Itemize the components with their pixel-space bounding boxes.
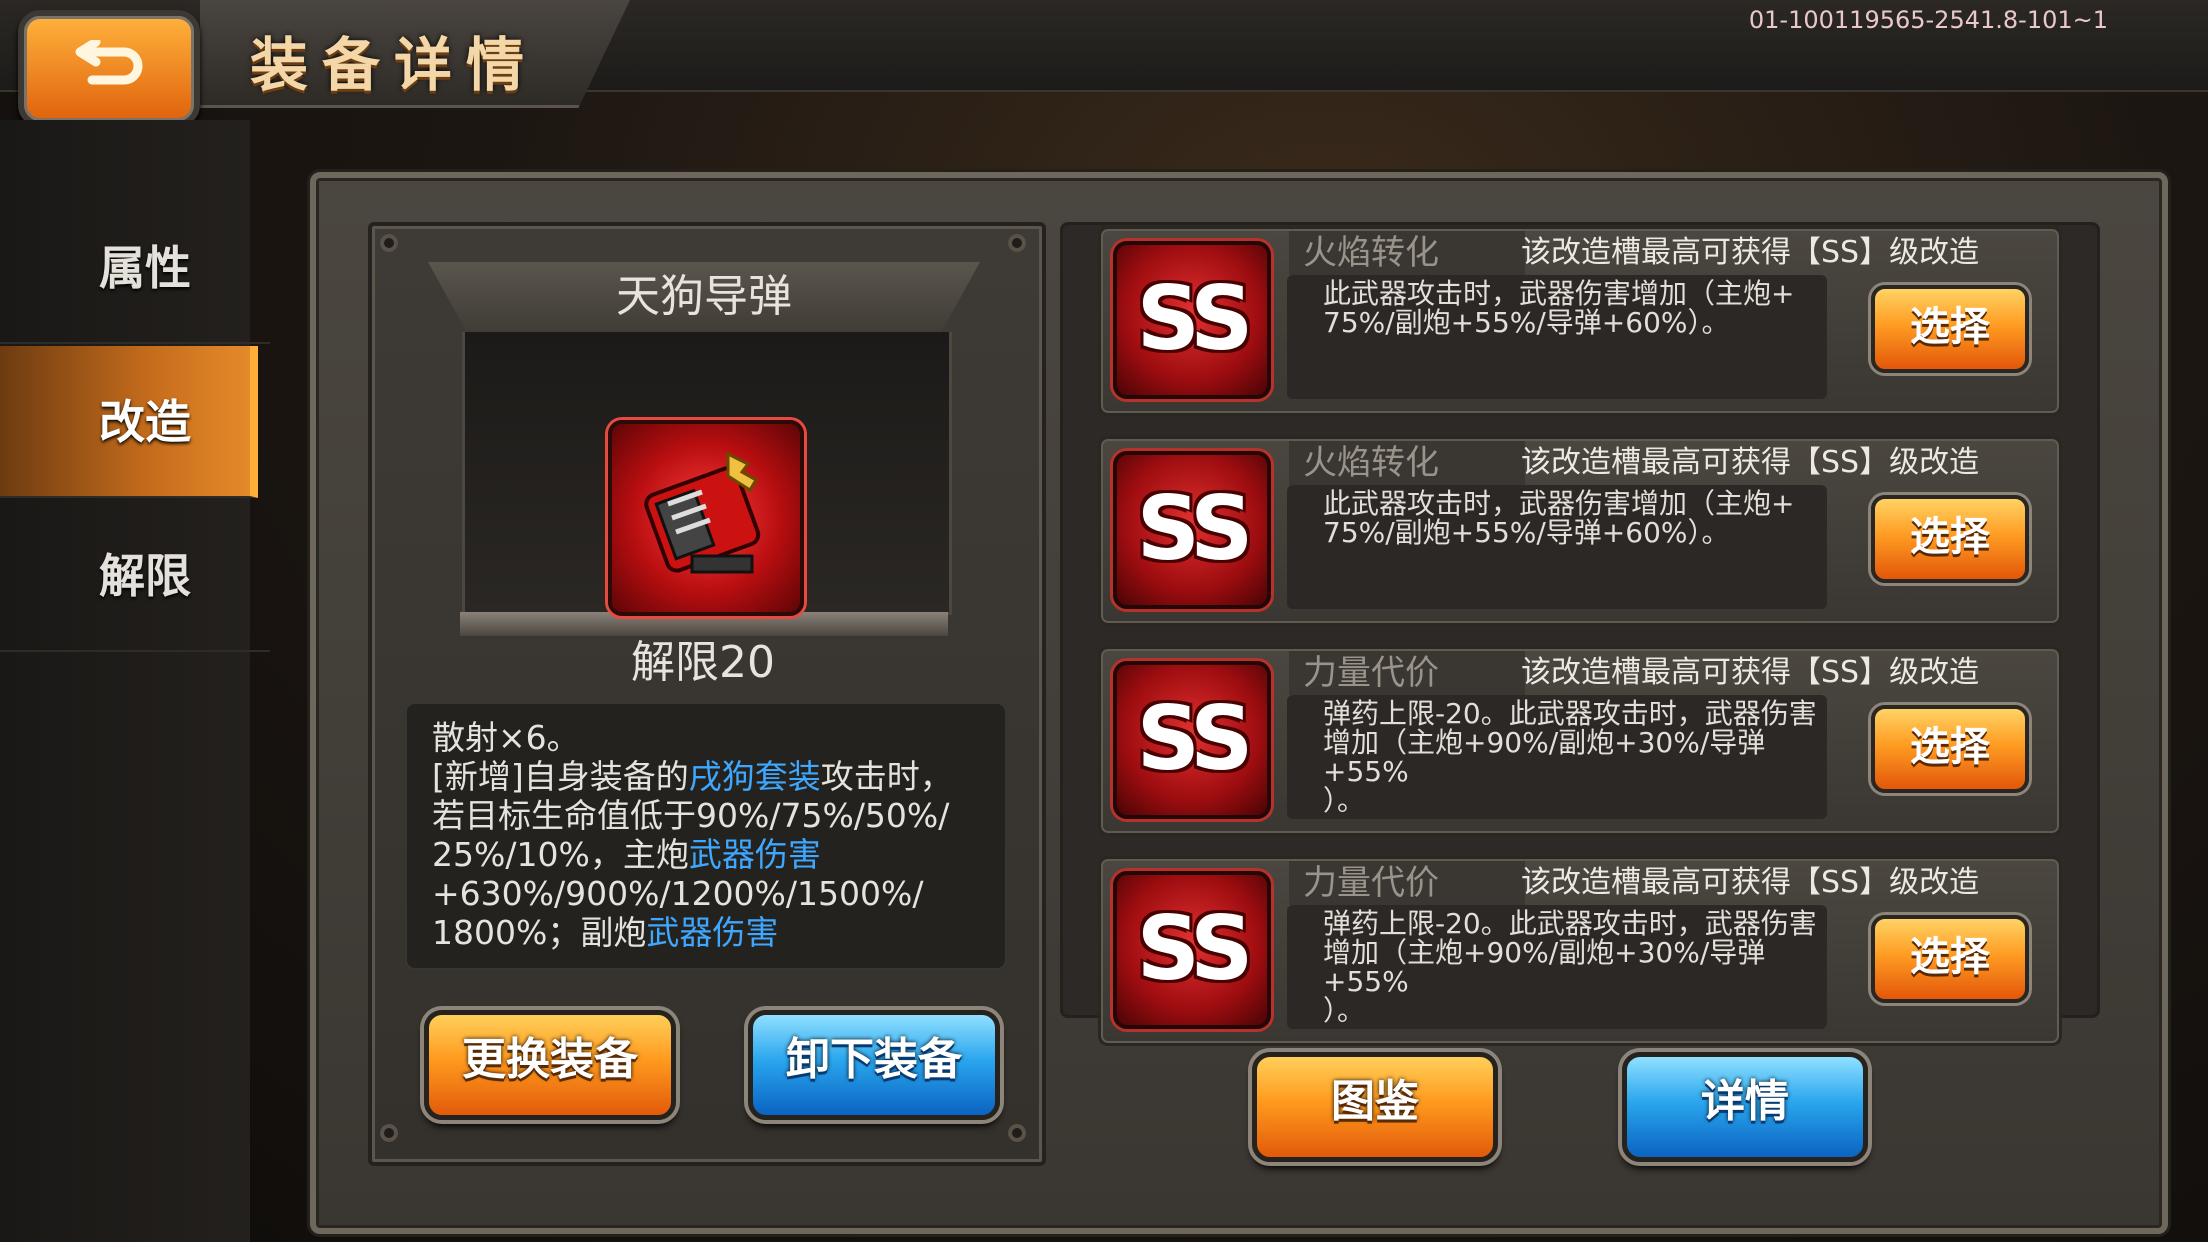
ss-grade-icon: SS bbox=[1113, 661, 1271, 819]
button-label: 选择 bbox=[1910, 514, 1990, 560]
catalog-button[interactable]: 图鉴 bbox=[1252, 1052, 1498, 1162]
ss-grade-icon: SS bbox=[1113, 241, 1271, 399]
mod-name: 力量代价 bbox=[1289, 651, 1525, 695]
desc-text: 攻击时， bbox=[820, 757, 953, 796]
set-name-highlight: 戌狗套装 bbox=[688, 757, 821, 796]
desc-line: 此武器攻击时，武器伤害增加（主炮+ bbox=[1323, 487, 1795, 520]
grade-label: SS bbox=[1136, 267, 1254, 370]
mod-slot-hint: 该改造槽最高可获得【SS】级改造 bbox=[1521, 235, 1980, 270]
desc-line: 散射×6。 bbox=[432, 718, 580, 757]
desc-line: +630%/900%/1200%/1500%/ bbox=[432, 874, 924, 913]
desc-text: [新增]自身装备的 bbox=[432, 757, 689, 796]
limit-level: 解限20 bbox=[631, 637, 775, 688]
grade-label: SS bbox=[1136, 687, 1254, 790]
mod-name: 火焰转化 bbox=[1289, 231, 1525, 275]
mod-slot-row: SS 力量代价 该改造槽最高可获得【SS】级改造 弹药上限-20。此武器攻击时，… bbox=[1098, 856, 2062, 1046]
button-label: 选择 bbox=[1910, 934, 1990, 980]
mod-description: 弹药上限-20。此武器攻击时，武器伤害 增加（主炮+90%/副炮+30%/导弹+… bbox=[1323, 699, 1843, 815]
bolt bbox=[380, 234, 398, 252]
back-button[interactable] bbox=[18, 10, 200, 127]
back-arrow-icon bbox=[75, 40, 143, 85]
ss-grade-icon: SS bbox=[1113, 871, 1271, 1029]
weapon-damage-highlight: 武器伤害 bbox=[688, 835, 821, 874]
desc-line: ）。 bbox=[1323, 994, 1366, 1027]
session-id: 01-100119565-2541.8-101~1 bbox=[1748, 6, 2108, 34]
details-button[interactable]: 详情 bbox=[1622, 1052, 1868, 1162]
button-label: 选择 bbox=[1910, 304, 1990, 350]
grade-label: SS bbox=[1136, 897, 1254, 1000]
button-label: 详情 bbox=[1701, 1076, 1789, 1127]
desc-line: 25%/10%，主炮武器伤害 bbox=[432, 835, 992, 874]
mod-description: 弹药上限-20。此武器攻击时，武器伤害 增加（主炮+90%/副炮+30%/导弹+… bbox=[1323, 909, 1843, 1025]
desc-line: 1800%；副炮武器伤害 bbox=[432, 913, 992, 952]
page-title: 装备详情 bbox=[250, 31, 539, 99]
grade-label: SS bbox=[1136, 477, 1254, 580]
mod-slot-row: SS 火焰转化 该改造槽最高可获得【SS】级改造 此武器攻击时，武器伤害增加（主… bbox=[1098, 436, 2062, 626]
desc-line: 75%/副炮+55%/导弹+60%）。 bbox=[1323, 306, 1730, 339]
select-button[interactable]: 选择 bbox=[1871, 495, 2029, 583]
unequip-button[interactable]: 卸下装备 bbox=[748, 1010, 1000, 1120]
equipment-name: 天狗导弹 bbox=[616, 271, 792, 322]
desc-line: 75%/副炮+55%/导弹+60%）。 bbox=[1323, 516, 1730, 549]
desc-line: 增加（主炮+90%/副炮+30%/导弹+55% bbox=[1323, 936, 1766, 998]
tab-attributes[interactable]: 属性 bbox=[0, 192, 270, 344]
mod-name: 火焰转化 bbox=[1289, 441, 1525, 485]
mod-slot-row: SS 火焰转化 该改造槽最高可获得【SS】级改造 此武器攻击时，武器伤害增加（主… bbox=[1098, 226, 2062, 416]
equipment-description: 散射×6。 [新增]自身装备的戌狗套装攻击时， 若目标生命值低于90%/75%/… bbox=[432, 718, 992, 952]
sidebar: 属性 改造 解限 bbox=[0, 120, 270, 1242]
button-label: 图鉴 bbox=[1331, 1076, 1419, 1127]
mod-description: 此武器攻击时，武器伤害增加（主炮+ 75%/副炮+55%/导弹+60%）。 bbox=[1323, 489, 1843, 547]
mod-slot-row: SS 力量代价 该改造槽最高可获得【SS】级改造 弹药上限-20。此武器攻击时，… bbox=[1098, 646, 2062, 836]
desc-text: 1800%；副炮 bbox=[432, 913, 647, 952]
select-button[interactable]: 选择 bbox=[1871, 915, 2029, 1003]
desc-line: 增加（主炮+90%/副炮+30%/导弹+55% bbox=[1323, 726, 1766, 788]
tab-label: 改造 bbox=[99, 395, 191, 449]
desc-line: ）。 bbox=[1323, 784, 1366, 817]
tab-label: 属性 bbox=[99, 241, 191, 295]
replace-equipment-button[interactable]: 更换装备 bbox=[424, 1010, 676, 1120]
equipment-name-banner: 天狗导弹 bbox=[428, 262, 980, 332]
bolt bbox=[1008, 234, 1026, 252]
desc-line: 弹药上限-20。此武器攻击时，武器伤害 bbox=[1323, 907, 1817, 940]
select-button[interactable]: 选择 bbox=[1871, 285, 2029, 373]
mod-slot-hint: 该改造槽最高可获得【SS】级改造 bbox=[1521, 445, 1980, 480]
button-label: 更换装备 bbox=[462, 1034, 638, 1085]
select-button[interactable]: 选择 bbox=[1871, 705, 2029, 793]
desc-line: [新增]自身装备的戌狗套装攻击时， bbox=[432, 757, 992, 796]
tab-unlock[interactable]: 解限 bbox=[0, 500, 270, 652]
bolt bbox=[380, 1124, 398, 1142]
mod-description: 此武器攻击时，武器伤害增加（主炮+ 75%/副炮+55%/导弹+60%）。 bbox=[1323, 279, 1843, 337]
mod-name: 力量代价 bbox=[1289, 861, 1525, 905]
desc-line: 此武器攻击时，武器伤害增加（主炮+ bbox=[1323, 277, 1795, 310]
button-label: 卸下装备 bbox=[786, 1034, 962, 1085]
button-label: 选择 bbox=[1910, 724, 1990, 770]
desc-line: 弹药上限-20。此武器攻击时，武器伤害 bbox=[1323, 697, 1817, 730]
desc-text: 25%/10%，主炮 bbox=[432, 835, 689, 874]
tab-label: 解限 bbox=[99, 549, 191, 603]
bolt bbox=[1008, 1124, 1026, 1142]
weapon-damage-highlight: 武器伤害 bbox=[646, 913, 779, 952]
missile-launcher-icon[interactable] bbox=[608, 420, 804, 616]
tab-modify[interactable]: 改造 bbox=[0, 346, 258, 498]
mod-slot-hint: 该改造槽最高可获得【SS】级改造 bbox=[1521, 655, 1980, 690]
ss-grade-icon: SS bbox=[1113, 451, 1271, 609]
mod-slot-hint: 该改造槽最高可获得【SS】级改造 bbox=[1521, 865, 1980, 900]
desc-line: 若目标生命值低于90%/75%/50%/ bbox=[432, 796, 950, 835]
